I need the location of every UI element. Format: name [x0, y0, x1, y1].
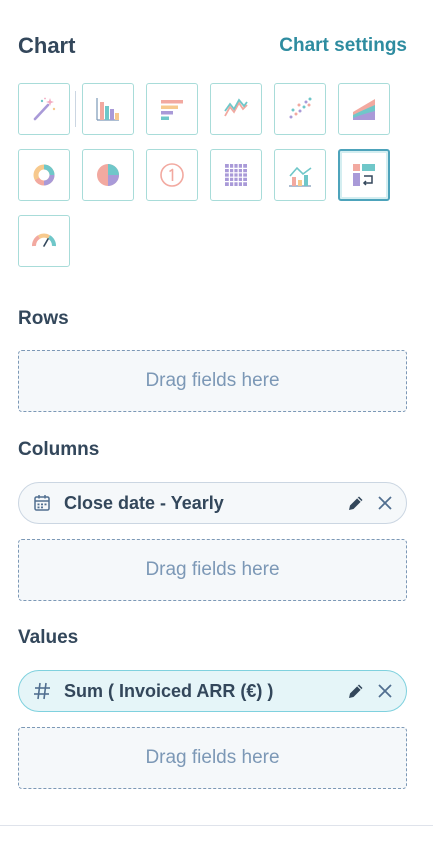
columns-label: Columns	[18, 439, 100, 460]
chart-type-scatter[interactable]	[274, 83, 326, 135]
horizontal-bar-chart-icon	[161, 100, 183, 120]
number-summary-icon	[160, 163, 184, 187]
pivot-table-icon	[353, 164, 375, 186]
chart-type-vertical-bar[interactable]	[82, 83, 134, 135]
table-grid-icon	[225, 164, 247, 186]
chart-type-gauge[interactable]	[18, 215, 70, 267]
close-icon[interactable]	[374, 680, 396, 702]
rows-dropzone[interactable]: Drag fields here	[18, 350, 407, 412]
chart-type-area[interactable]	[338, 83, 390, 135]
panel-divider	[0, 825, 433, 826]
chart-type-magic-suggest[interactable]	[18, 83, 70, 135]
rows-label: Rows	[18, 308, 69, 329]
area-chart-icon	[353, 99, 375, 120]
magic-wand-icon	[33, 97, 56, 121]
hash-icon	[32, 681, 52, 701]
chart-type-pie[interactable]	[82, 149, 134, 201]
donut-chart-icon	[33, 164, 55, 186]
columns-field-pill[interactable]: Close date - Yearly	[18, 482, 407, 524]
values-field-pill[interactable]: Sum ( Invoiced ARR (€) )	[18, 670, 407, 712]
values-field-label: Sum ( Invoiced ARR (€) )	[64, 680, 274, 701]
pencil-icon[interactable]	[345, 492, 367, 514]
chart-type-donut[interactable]	[18, 149, 70, 201]
chart-type-table[interactable]	[210, 149, 262, 201]
columns-field-label: Close date - Yearly	[64, 492, 224, 513]
close-icon[interactable]	[374, 492, 396, 514]
columns-dropzone[interactable]: Drag fields here	[18, 539, 407, 601]
chart-type-summary[interactable]	[146, 149, 198, 201]
pencil-icon[interactable]	[345, 680, 367, 702]
vertical-bar-chart-icon	[96, 98, 119, 121]
scatter-chart-icon	[289, 97, 312, 119]
pie-chart-icon	[97, 164, 119, 186]
chart-type-line[interactable]	[210, 83, 262, 135]
tile-divider	[75, 91, 76, 127]
chart-settings-link[interactable]: Chart settings	[279, 35, 407, 57]
line-chart-icon	[224, 98, 248, 117]
chart-type-combo[interactable]	[274, 149, 326, 201]
chart-type-horizontal-bar[interactable]	[146, 83, 198, 135]
combo-chart-icon	[289, 166, 312, 187]
chart-type-pivot[interactable]	[338, 149, 390, 201]
chart-panel-header: Chart Chart settings	[18, 30, 407, 62]
panel-title: Chart	[18, 33, 76, 58]
calendar-icon	[32, 493, 52, 513]
values-dropzone[interactable]: Drag fields here	[18, 727, 407, 789]
values-label: Values	[18, 627, 79, 648]
gauge-chart-icon	[32, 233, 56, 247]
